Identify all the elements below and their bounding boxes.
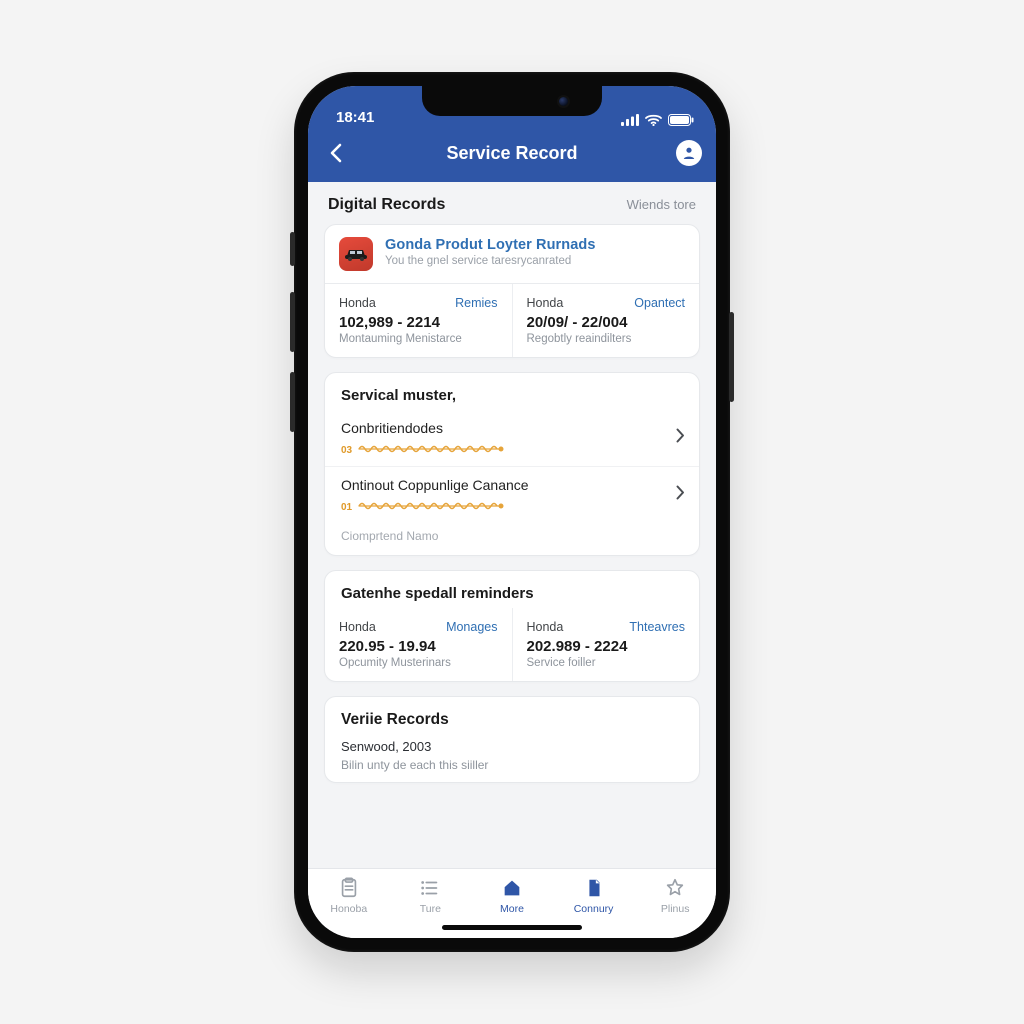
reminders-card: Gatenhe spedall reminders Honda Monages … bbox=[324, 570, 700, 682]
cell-subtext: Regobtly reaindilters bbox=[527, 333, 686, 345]
tab-label: More bbox=[500, 903, 524, 915]
cell-value: 102,989 - 2214 bbox=[339, 314, 498, 331]
tab-more[interactable]: More bbox=[471, 877, 553, 915]
wifi-icon bbox=[645, 114, 662, 126]
nav-bar: Service Record bbox=[308, 130, 716, 182]
cell-label: Honda bbox=[339, 296, 376, 310]
card-footer-text: Ciomprtend Namo bbox=[325, 523, 699, 555]
record-cell[interactable]: Honda Thteavres 202.989 - 2224 Service f… bbox=[512, 608, 700, 681]
row-label: Conbritiendodes bbox=[341, 420, 676, 436]
section-title: Digital Records bbox=[328, 196, 445, 214]
card-title: Veriie Records bbox=[341, 711, 683, 729]
profile-icon bbox=[681, 145, 697, 161]
tab-honoba[interactable]: Honoba bbox=[308, 877, 390, 915]
cell-value: 220.95 - 19.94 bbox=[339, 638, 498, 655]
clipboard-icon bbox=[338, 877, 360, 899]
screen: 18:41 Service Record Digital Records Wie… bbox=[308, 86, 716, 938]
verie-line2: Bilin unty de each this siiller bbox=[341, 758, 683, 772]
status-time: 18:41 bbox=[336, 109, 374, 126]
car-icon bbox=[344, 247, 368, 261]
chevron-right-icon bbox=[676, 428, 685, 448]
tab-ture[interactable]: Ture bbox=[390, 877, 472, 915]
home-indicator[interactable] bbox=[442, 925, 582, 930]
home-icon bbox=[501, 877, 523, 899]
tab-plinus[interactable]: Plinus bbox=[634, 877, 716, 915]
record-cell[interactable]: Honda Remies 102,989 - 2214 Montauming M… bbox=[325, 284, 512, 357]
chevron-left-icon bbox=[329, 143, 343, 163]
list-icon bbox=[419, 877, 441, 899]
cell-label: Honda bbox=[527, 620, 564, 634]
waveform-indicator: 03 bbox=[341, 442, 676, 456]
tab-label: Connury bbox=[574, 903, 614, 915]
verie-records-card[interactable]: Veriie Records Senwood, 2003 Bilin unty … bbox=[324, 696, 700, 783]
phone-side-button bbox=[290, 292, 295, 352]
promo-title: Gonda Produt Loyter Rurnads bbox=[385, 237, 596, 253]
record-pair: Honda Monages 220.95 - 19.94 Opcumity Mu… bbox=[325, 608, 699, 681]
notch bbox=[422, 86, 602, 116]
card-title: Gatenhe spedall reminders bbox=[325, 571, 699, 608]
promo-subtitle: You the gnel service taresrycanrated bbox=[385, 255, 596, 267]
status-indicators bbox=[621, 114, 694, 126]
phone-side-button bbox=[290, 372, 295, 432]
star-icon bbox=[664, 877, 686, 899]
waveform-indicator: 01 bbox=[341, 499, 676, 513]
svg-text:01: 01 bbox=[341, 502, 353, 513]
section-header: Digital Records Wiends tore bbox=[324, 182, 700, 224]
cell-subtext: Opcumity Musterinars bbox=[339, 657, 498, 669]
nav-action-button[interactable] bbox=[676, 140, 702, 166]
back-button[interactable] bbox=[322, 139, 350, 167]
record-cell[interactable]: Honda Monages 220.95 - 19.94 Opcumity Mu… bbox=[325, 608, 512, 681]
chevron-right-icon bbox=[676, 485, 685, 505]
cell-action-link[interactable]: Thteavres bbox=[629, 620, 685, 634]
card-title: Servical muster, bbox=[325, 373, 699, 410]
cell-value: 20/09/ - 22/004 bbox=[527, 314, 686, 331]
phone-side-button bbox=[290, 232, 295, 266]
phone-frame: 18:41 Service Record Digital Records Wie… bbox=[294, 72, 730, 952]
document-icon bbox=[583, 877, 605, 899]
list-item[interactable]: Ontinout Coppunlige Canance 01 bbox=[325, 466, 699, 523]
view-more-link[interactable]: Wiends tore bbox=[627, 197, 696, 212]
tab-label: Honoba bbox=[330, 903, 367, 915]
cell-action-link[interactable]: Monages bbox=[446, 620, 497, 634]
promo-text: Gonda Produt Loyter Rurnads You the gnel… bbox=[385, 237, 596, 267]
cell-subtext: Service foiller bbox=[527, 657, 686, 669]
cell-value: 202.989 - 2224 bbox=[527, 638, 686, 655]
tab-connury[interactable]: Connury bbox=[553, 877, 635, 915]
page-title: Service Record bbox=[308, 143, 716, 164]
row-label: Ontinout Coppunlige Canance bbox=[341, 477, 676, 493]
tab-label: Plinus bbox=[661, 903, 690, 915]
cell-label: Honda bbox=[527, 296, 564, 310]
cell-subtext: Montauming Menistarce bbox=[339, 333, 498, 345]
content-area: Digital Records Wiends tore Gonda Produt… bbox=[308, 182, 716, 868]
cellular-icon bbox=[621, 114, 639, 126]
phone-side-button bbox=[729, 312, 734, 402]
muster-card: Servical muster, Conbritiendodes 03 Onti… bbox=[324, 372, 700, 556]
promo-banner[interactable]: Gonda Produt Loyter Rurnads You the gnel… bbox=[325, 225, 699, 284]
digital-records-card: Gonda Produt Loyter Rurnads You the gnel… bbox=[324, 224, 700, 358]
tab-label: Ture bbox=[420, 903, 441, 915]
cell-action-link[interactable]: Opantect bbox=[634, 296, 685, 310]
cell-action-link[interactable]: Remies bbox=[455, 296, 497, 310]
verie-line1: Senwood, 2003 bbox=[341, 739, 683, 754]
cell-label: Honda bbox=[339, 620, 376, 634]
record-pair: Honda Remies 102,989 - 2214 Montauming M… bbox=[325, 284, 699, 357]
promo-app-icon bbox=[339, 237, 373, 271]
battery-icon bbox=[668, 114, 694, 126]
svg-text:03: 03 bbox=[341, 445, 353, 456]
list-item[interactable]: Conbritiendodes 03 bbox=[325, 410, 699, 466]
record-cell[interactable]: Honda Opantect 20/09/ - 22/004 Regobtly … bbox=[512, 284, 700, 357]
